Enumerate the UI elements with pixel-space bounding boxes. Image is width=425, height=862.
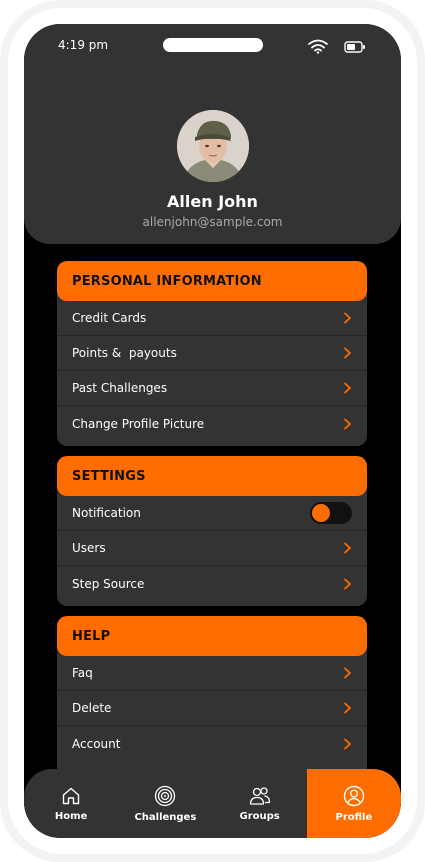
help-card: HELP Faq Delete Account: [57, 616, 367, 786]
tab-challenges[interactable]: Challenges: [118, 769, 212, 838]
menu-item-credit-cards[interactable]: Credit Cards: [57, 301, 367, 336]
notch: [163, 38, 263, 52]
menu-item-label: Points & payouts: [72, 346, 177, 360]
section-title: SETTINGS: [72, 468, 146, 484]
menu-item-label: Past Challenges: [72, 381, 168, 395]
menu-item-label: Credit Cards: [72, 311, 147, 325]
toggle-knob: [312, 504, 330, 522]
chevron-right-icon: [344, 578, 351, 589]
chevron-right-icon: [344, 347, 351, 359]
profile-icon: [343, 785, 365, 806]
profile-email: allenjohn@sample.com: [142, 215, 283, 229]
section-title: PERSONAL INFORMATION: [72, 273, 262, 289]
menu-item-label: Delete: [72, 701, 112, 715]
wifi-icon: [308, 39, 328, 54]
status-bar: 4:19 pm: [24, 24, 401, 68]
menu-item-label: Users: [72, 541, 106, 555]
chevron-right-icon: [344, 702, 351, 714]
target-icon: [155, 785, 176, 806]
chevron-right-icon: [344, 312, 351, 324]
tab-groups[interactable]: Groups: [213, 769, 307, 838]
help-header: HELP: [57, 616, 367, 656]
menu-item-label: Change Profile Picture: [72, 416, 205, 431]
settings-card: SETTINGS Notification Users Step Source: [57, 456, 367, 606]
menu-item-delete[interactable]: Delete: [57, 691, 367, 726]
battery-icon: [344, 41, 365, 53]
personal-information-card: PERSONAL INFORMATION Credit Cards Points…: [57, 261, 367, 446]
menu-item-label: Notification: [72, 506, 141, 520]
section-title: HELP: [72, 628, 111, 644]
tab-profile[interactable]: Profile: [306, 769, 401, 838]
settings-header: SETTINGS: [57, 456, 367, 496]
chevron-right-icon: [344, 667, 351, 679]
tab-home[interactable]: Home: [24, 769, 118, 838]
tab-label: Challenges: [134, 811, 197, 823]
tab-label: Groups: [239, 810, 280, 822]
menu-item-label: Step Source: [72, 576, 145, 591]
profile-name: Allen John: [167, 192, 258, 211]
personal-information-header: PERSONAL INFORMATION: [57, 261, 367, 301]
group-icon: [249, 786, 270, 805]
tab-label: Profile: [335, 811, 373, 823]
menu-item-change-profile-picture[interactable]: Change Profile Picture: [57, 406, 367, 441]
menu-item-label: Faq: [72, 666, 93, 680]
menu-item-label: Account: [72, 736, 121, 751]
chevron-right-icon: [344, 738, 351, 749]
tab-label: Home: [54, 810, 88, 822]
menu-item-points-payouts[interactable]: Points & payouts: [57, 336, 367, 371]
bottom-tab-bar: Home Challenges Groups Profile: [24, 769, 401, 838]
chevron-right-icon: [344, 542, 351, 554]
profile-header: 4:19 pm Allen John allenjohn@sample.com: [24, 24, 401, 244]
avatar[interactable]: [177, 110, 249, 182]
menu-item-faq[interactable]: Faq: [57, 656, 367, 691]
chevron-right-icon: [344, 418, 351, 429]
avatar-image: [177, 110, 249, 182]
menu-item-notification: Notification: [57, 496, 367, 531]
status-time: 4:19 pm: [58, 38, 109, 52]
home-icon: [62, 787, 80, 804]
app-screen: 4:19 pm Allen John allenjohn@sample.com …: [24, 24, 401, 838]
menu-item-users[interactable]: Users: [57, 531, 367, 566]
menu-item-account[interactable]: Account: [57, 726, 367, 761]
notification-toggle[interactable]: [310, 502, 352, 524]
menu-item-step-source[interactable]: Step Source: [57, 566, 367, 601]
chevron-right-icon: [344, 382, 351, 394]
menu-item-past-challenges[interactable]: Past Challenges: [57, 371, 367, 406]
